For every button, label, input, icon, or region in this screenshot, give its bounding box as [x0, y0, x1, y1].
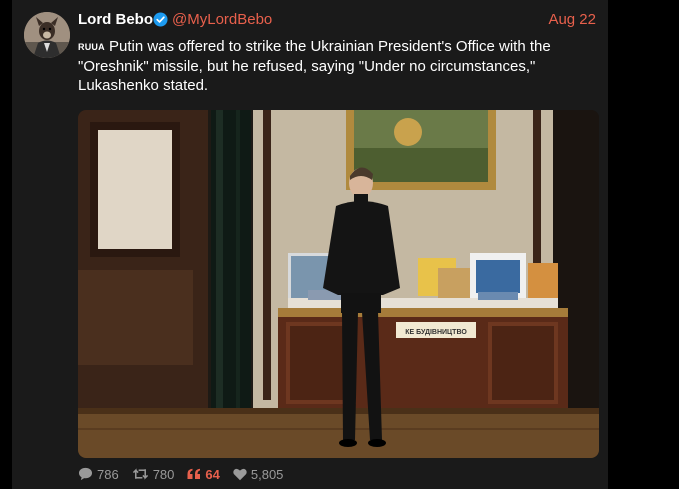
media-photo: КЕ БУДІВНИЦТВО	[78, 110, 599, 458]
reply-count: 786	[97, 466, 119, 482]
tweet-header: Lord Bebo @MyLordBebo Aug 22	[78, 11, 596, 31]
quote-count: 64	[205, 466, 220, 482]
tweet-date[interactable]: Aug 22	[548, 11, 596, 28]
verified-badge-icon	[153, 12, 168, 27]
tweet-actions: 786 780 64 5,805	[78, 466, 296, 482]
avatar-image	[24, 12, 70, 58]
tweet-card[interactable]: Lord Bebo @MyLordBebo Aug 22 RUUA Putin …	[12, 0, 608, 489]
like-button[interactable]: 5,805	[233, 466, 284, 482]
desk-sign-text: КЕ БУДІВНИЦТВО	[405, 329, 467, 336]
like-count: 5,805	[250, 466, 284, 482]
tweet-media[interactable]: КЕ БУДІВНИЦТВО	[78, 110, 599, 458]
quote-icon	[187, 468, 201, 479]
avatar[interactable]	[24, 12, 70, 58]
flag-label: RUUA	[78, 42, 105, 52]
retweet-button[interactable]: 780	[132, 466, 175, 482]
reply-button[interactable]: 786	[78, 467, 119, 482]
reply-icon	[78, 467, 93, 481]
quote-button[interactable]: 64	[187, 466, 220, 482]
author-name[interactable]: Lord Bebo	[78, 11, 153, 28]
retweet-icon	[132, 468, 148, 480]
retweet-count: 780	[152, 466, 175, 482]
author-handle[interactable]: @MyLordBebo	[172, 11, 272, 28]
like-icon	[233, 468, 247, 480]
